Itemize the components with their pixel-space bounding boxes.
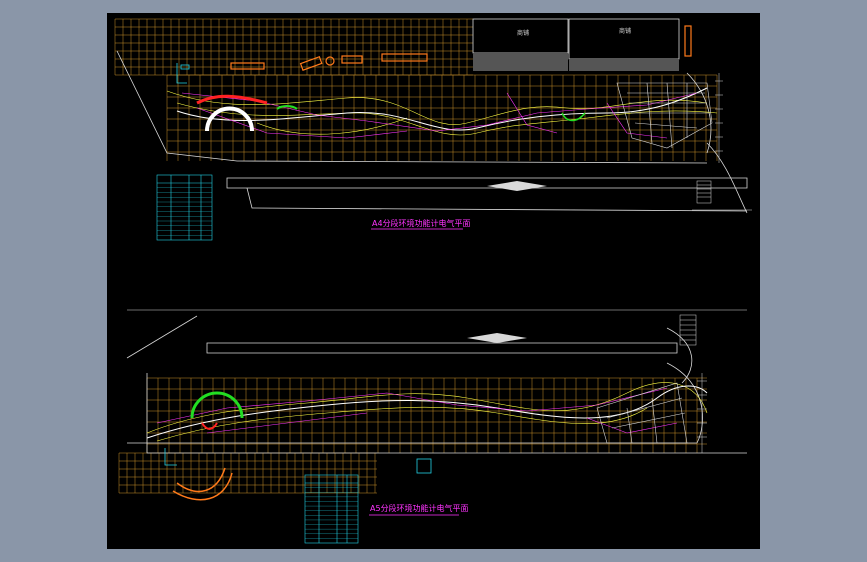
lower-site-outline [126,315,747,454]
upper-legend-table [156,174,213,241]
lower-dimension-ticks [697,373,707,453]
lower-stairs [679,314,697,346]
upper-legend-rows [157,187,212,236]
upper-grey-blocks [473,53,679,71]
lower-road-markings [467,333,527,343]
lower-plan-title: A5分段环境功能计电气平面 [370,504,469,513]
lower-yellow-paths [146,382,708,442]
lower-legend-rows [305,487,358,539]
upper-dimension-ticks [692,73,752,211]
building-label-2: 商铺 [619,27,631,35]
upper-plan-title: A4分段环境功能计电气平面 [372,219,471,228]
cad-drawing-canvas[interactable]: 商铺 商铺 [107,13,760,549]
upper-road-markings [487,181,547,191]
grid-upper-plan [114,18,718,161]
upper-fan-structure [616,82,713,149]
upper-stairs [696,180,712,204]
cad-drawing-sheet[interactable]: 商铺 商铺 A4分段环境功能计电气平面 A5分段环境功能计电气平面 [107,13,760,549]
building-label-1: 商铺 [517,29,529,37]
